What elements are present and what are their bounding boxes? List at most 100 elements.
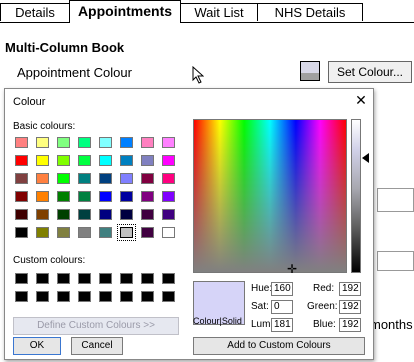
red-input[interactable]: 192 <box>339 282 361 296</box>
background-field[interactable] <box>377 251 414 271</box>
basic-colour-swatch[interactable] <box>78 173 91 184</box>
basic-colour-swatch[interactable] <box>78 191 91 202</box>
cancel-button[interactable]: Cancel <box>71 337 123 355</box>
basic-colour-swatch[interactable] <box>15 209 28 220</box>
custom-colour-swatch[interactable] <box>120 273 133 284</box>
tab-appointments[interactable]: Appointments <box>69 0 181 23</box>
basic-colour-swatch[interactable] <box>78 137 91 148</box>
basic-colour-swatch[interactable] <box>162 227 175 238</box>
sat-input[interactable]: 0 <box>271 300 293 314</box>
blue-input[interactable]: 192 <box>339 318 361 332</box>
basic-colour-swatch[interactable] <box>162 191 175 202</box>
section-title: Multi-Column Book <box>5 40 125 55</box>
basic-colour-swatch[interactable] <box>15 173 28 184</box>
basic-colour-swatch[interactable] <box>15 155 28 166</box>
green-label: Green: <box>307 301 338 312</box>
custom-colour-swatch[interactable] <box>141 273 154 284</box>
tab-wait-list[interactable]: Wait List <box>180 3 258 21</box>
mouse-cursor-icon <box>192 65 205 87</box>
months-label: months <box>370 317 413 332</box>
sat-label: Sat: <box>251 301 269 312</box>
hue-label: Hue: <box>251 283 273 294</box>
basic-colour-swatch[interactable] <box>141 209 154 220</box>
custom-colour-swatch[interactable] <box>162 291 175 302</box>
basic-colour-swatch[interactable] <box>99 191 112 202</box>
basic-colour-swatch[interactable] <box>78 209 91 220</box>
appointment-colour-label: Appointment Colour <box>17 65 132 80</box>
custom-colour-swatch[interactable] <box>141 291 154 302</box>
basic-colour-swatch[interactable] <box>162 209 175 220</box>
custom-colour-swatch[interactable] <box>15 273 28 284</box>
custom-colour-swatch[interactable] <box>36 291 49 302</box>
lum-input[interactable]: 181 <box>271 318 293 332</box>
basic-colours-label: Basic colours: <box>13 121 76 132</box>
basic-colour-swatch[interactable] <box>15 191 28 202</box>
basic-colour-swatch[interactable] <box>120 137 133 148</box>
basic-colour-swatch[interactable] <box>36 155 49 166</box>
basic-colour-swatch[interactable] <box>57 155 70 166</box>
basic-colour-swatch[interactable] <box>36 137 49 148</box>
basic-colour-swatch[interactable] <box>141 173 154 184</box>
basic-colour-swatch[interactable] <box>117 224 136 241</box>
basic-colour-swatch[interactable] <box>141 191 154 202</box>
basic-colour-swatch[interactable] <box>99 155 112 166</box>
basic-colour-swatch[interactable] <box>15 137 28 148</box>
add-to-custom-colours-button[interactable]: Add to Custom Colours <box>193 337 365 355</box>
basic-colour-swatch[interactable] <box>57 209 70 220</box>
hue-input[interactable]: 160 <box>271 282 293 296</box>
basic-colour-swatch[interactable] <box>36 209 49 220</box>
basic-colour-swatch[interactable] <box>99 173 112 184</box>
dialog-title: Colour <box>13 96 46 108</box>
basic-colour-swatch[interactable] <box>120 209 133 220</box>
red-label: Red: <box>313 283 335 294</box>
custom-colour-swatch[interactable] <box>57 273 70 284</box>
luminosity-arrow-icon[interactable] <box>362 153 369 163</box>
colour-spectrum[interactable] <box>193 119 347 273</box>
luminosity-slider[interactable] <box>351 119 361 273</box>
basic-colour-swatch[interactable] <box>120 191 133 202</box>
colour-swatch[interactable] <box>300 61 320 81</box>
custom-colour-swatch[interactable] <box>120 291 133 302</box>
colour-dialog: Colour ✕ Basic colours: Custom colours: … <box>4 88 374 360</box>
custom-colour-swatch[interactable] <box>78 291 91 302</box>
custom-colour-swatch[interactable] <box>15 291 28 302</box>
basic-colour-swatch[interactable] <box>36 227 49 238</box>
basic-colour-swatch[interactable] <box>36 173 49 184</box>
basic-colour-swatch[interactable] <box>120 155 133 166</box>
custom-colour-swatch[interactable] <box>162 273 175 284</box>
define-custom-colours-button[interactable]: Define Custom Colours >> <box>13 317 179 335</box>
custom-colour-swatch[interactable] <box>99 273 112 284</box>
close-icon[interactable]: ✕ <box>354 93 368 107</box>
basic-colour-swatch[interactable] <box>15 227 28 238</box>
basic-colour-swatch[interactable] <box>141 155 154 166</box>
basic-colour-swatch[interactable] <box>36 191 49 202</box>
custom-colour-swatch[interactable] <box>99 291 112 302</box>
custom-colour-swatch[interactable] <box>36 273 49 284</box>
basic-colour-swatch[interactable] <box>162 173 175 184</box>
basic-colour-swatch[interactable] <box>78 155 91 166</box>
basic-colour-swatch[interactable] <box>162 155 175 166</box>
tab-details[interactable]: Details <box>0 3 70 21</box>
basic-colour-swatch[interactable] <box>120 173 133 184</box>
set-colour-button[interactable]: Set Colour... <box>328 61 412 83</box>
tab-nhs-details[interactable]: NHS Details <box>257 3 363 21</box>
basic-colour-swatch[interactable] <box>57 227 70 238</box>
blue-label: Blue: <box>313 319 336 330</box>
background-field[interactable] <box>377 188 414 212</box>
basic-colour-swatch[interactable] <box>57 191 70 202</box>
custom-colours-grid <box>13 271 183 305</box>
basic-colour-swatch[interactable] <box>78 227 91 238</box>
basic-colour-swatch[interactable] <box>57 137 70 148</box>
basic-colour-swatch[interactable] <box>99 209 112 220</box>
ok-button[interactable]: OK <box>13 337 61 355</box>
green-input[interactable]: 192 <box>339 300 361 314</box>
basic-colour-swatch[interactable] <box>57 173 70 184</box>
crosshair-icon: ✛ <box>287 262 298 276</box>
basic-colour-swatch[interactable] <box>141 227 154 238</box>
basic-colour-swatch[interactable] <box>99 227 112 238</box>
basic-colour-swatch[interactable] <box>141 137 154 148</box>
custom-colour-swatch[interactable] <box>78 273 91 284</box>
basic-colour-swatch[interactable] <box>99 137 112 148</box>
custom-colour-swatch[interactable] <box>57 291 70 302</box>
basic-colour-swatch[interactable] <box>162 137 175 148</box>
